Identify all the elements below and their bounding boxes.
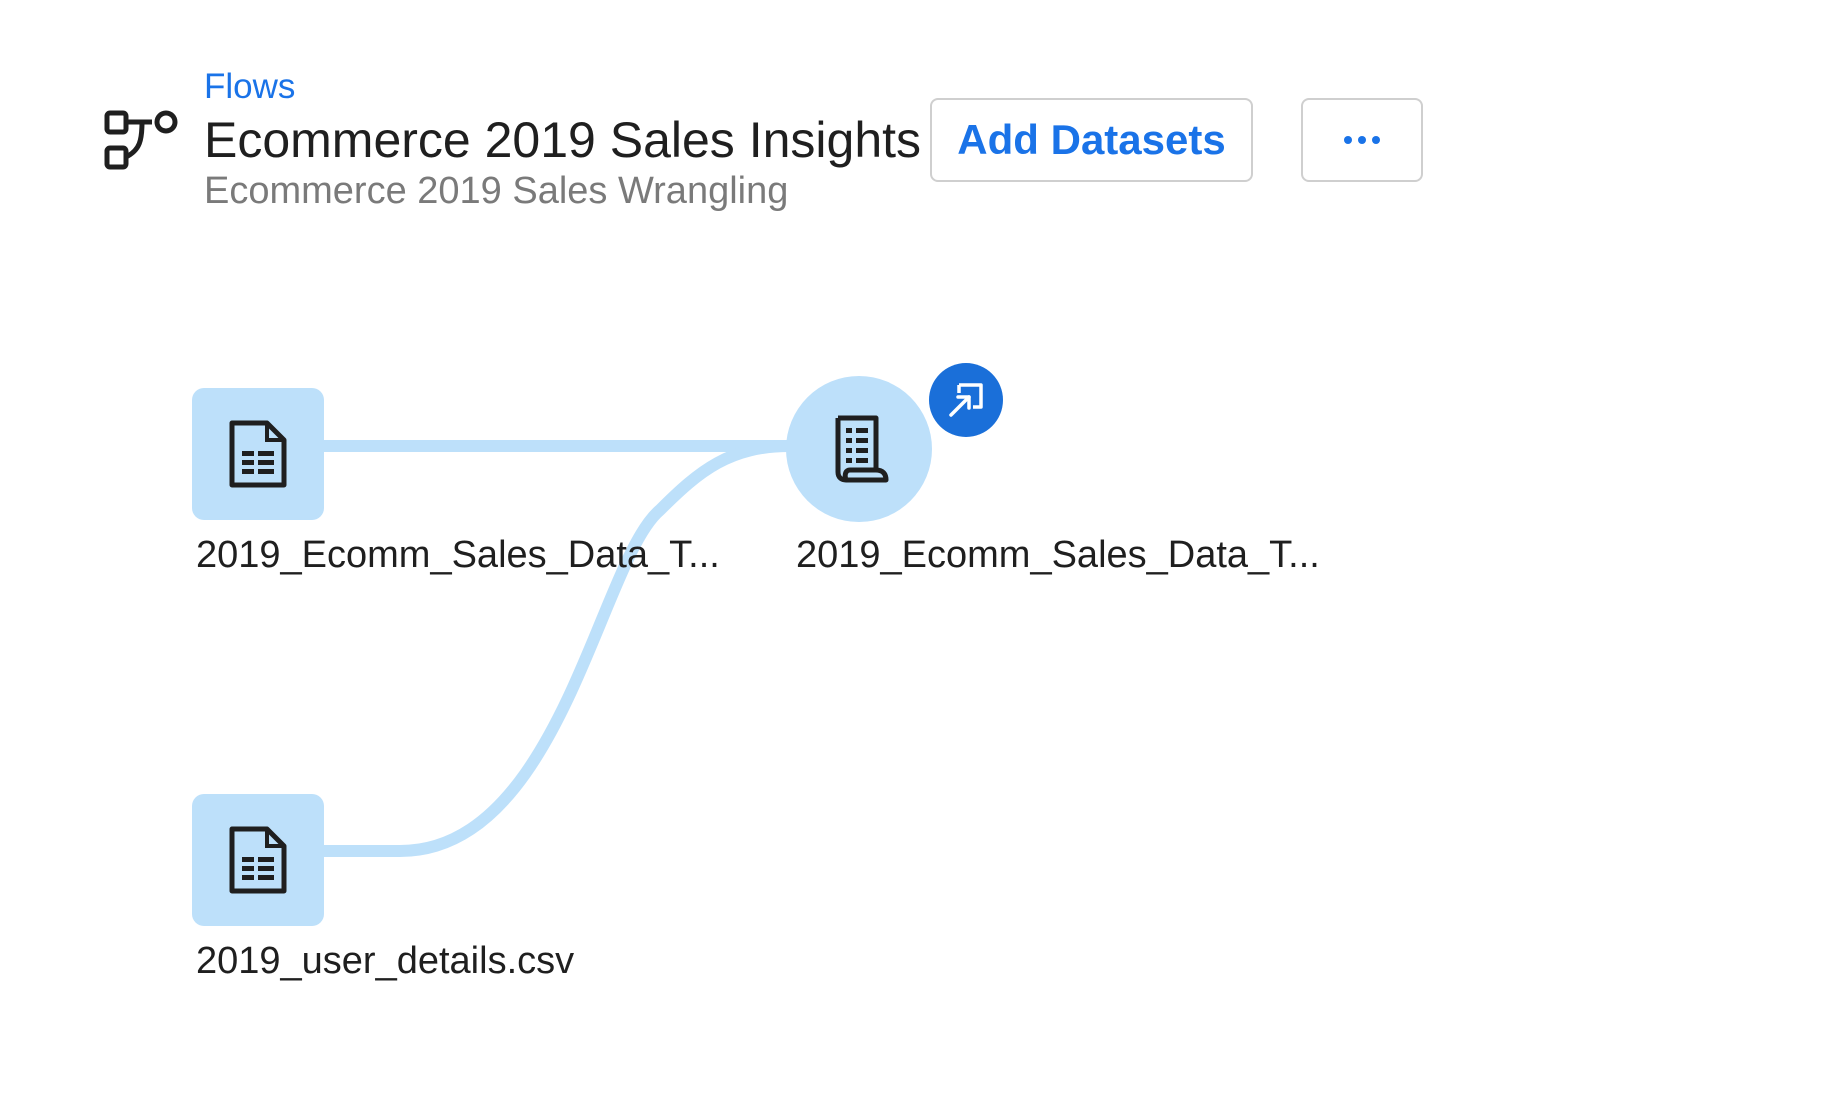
recipe-icon xyxy=(835,415,889,483)
reference-arrow-icon xyxy=(949,383,983,417)
connector-dataset2-to-recipe xyxy=(320,440,791,857)
reference-badge[interactable] xyxy=(929,363,1003,437)
dataset-node-user-details[interactable] xyxy=(192,794,324,926)
dataset-file-icon xyxy=(229,826,287,894)
recipe-node-label[interactable]: 2019_Ecomm_Sales_Data_T... xyxy=(796,532,1320,578)
dataset-file-icon xyxy=(229,420,287,488)
dataset-node-label[interactable]: 2019_Ecomm_Sales_Data_T... xyxy=(196,532,720,578)
dataset-node-label[interactable]: 2019_user_details.csv xyxy=(196,938,574,984)
recipe-node[interactable] xyxy=(786,376,932,522)
dataset-node-ecomm-sales[interactable] xyxy=(192,388,324,520)
